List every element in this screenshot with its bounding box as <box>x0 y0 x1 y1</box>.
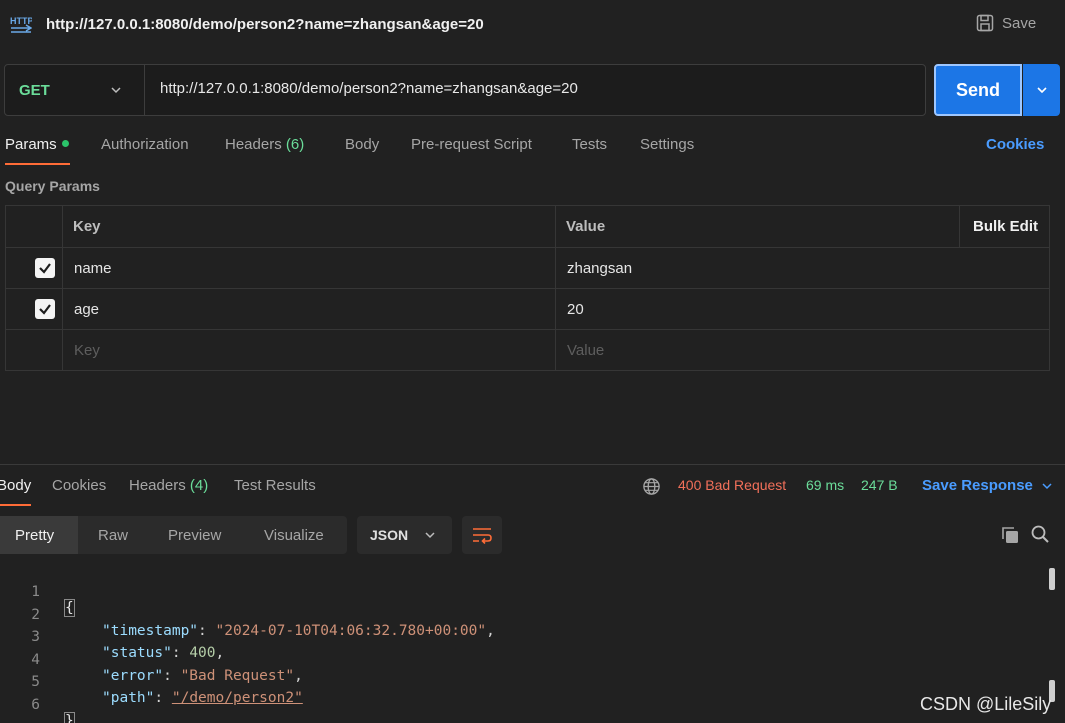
url-bar: GET <box>4 64 926 116</box>
query-params-table: Key Value Bulk Edit name zhangsan age 20… <box>5 205 1050 371</box>
method-value: GET <box>19 81 50 99</box>
param-value[interactable]: 20 <box>567 289 584 329</box>
copy-icon[interactable] <box>1000 525 1020 545</box>
bulk-edit-button[interactable]: Bulk Edit <box>973 206 1038 247</box>
wrap-lines-icon <box>473 528 492 544</box>
code-line: 5 "path": "/demo/person2" <box>0 658 303 706</box>
response-tab-headers[interactable]: Headers (4) <box>129 477 208 494</box>
column-value-header: Value <box>566 218 606 235</box>
line-number: 6 <box>31 697 40 713</box>
tab-tests[interactable]: Tests <box>572 136 607 153</box>
json-key: "error" <box>102 668 164 684</box>
http-icon: HTTP <box>10 16 32 33</box>
query-params-label: Query Params <box>5 178 100 194</box>
pane-divider[interactable] <box>0 464 1065 465</box>
tab-body[interactable]: Body <box>345 136 379 153</box>
send-dropdown-button[interactable] <box>1023 64 1060 116</box>
wrap-lines-button[interactable] <box>462 516 502 554</box>
headers-count: (6) <box>285 136 305 153</box>
response-tab-headers-label: Headers <box>129 477 186 494</box>
tab-settings[interactable]: Settings <box>640 136 694 153</box>
column-key-header: Key <box>73 218 101 235</box>
json-key: "timestamp" <box>102 623 199 639</box>
json-value: 400 <box>189 645 216 661</box>
code-line: 1 { <box>0 568 75 617</box>
search-icon[interactable] <box>1030 524 1050 544</box>
active-tab-indicator <box>5 163 70 165</box>
response-headers-count: (4) <box>189 477 209 494</box>
key-placeholder-input[interactable]: Key <box>74 330 100 370</box>
json-value-link[interactable]: "/demo/person2" <box>172 690 303 706</box>
tab-authorization[interactable]: Authorization <box>101 136 189 153</box>
json-value: "Bad Request" <box>180 668 295 684</box>
table-row: name zhangsan <box>6 248 1049 289</box>
view-raw[interactable]: Raw <box>98 516 128 554</box>
response-tab-body[interactable]: Body <box>0 477 31 494</box>
chevron-down-icon <box>1042 482 1052 489</box>
code-brace: } <box>64 712 75 723</box>
save-response-button[interactable]: Save Response <box>922 477 1053 494</box>
json-key: "path" <box>102 690 155 706</box>
code-brace: { <box>64 599 75 617</box>
request-title: http://127.0.0.1:8080/demo/person2?name=… <box>46 16 484 33</box>
url-input[interactable] <box>160 80 910 97</box>
response-size[interactable]: 247 B <box>861 477 898 493</box>
save-label: Save <box>1002 14 1037 32</box>
param-checkbox[interactable] <box>35 299 55 319</box>
tab-headers[interactable]: Headers (6) <box>225 136 304 153</box>
chevron-down-icon <box>111 87 121 94</box>
table-header-row: Key Value Bulk Edit <box>6 206 1049 248</box>
view-pretty[interactable]: Pretty <box>0 516 78 554</box>
code-line: 4 "error": "Bad Request", <box>0 636 303 684</box>
active-response-tab-indicator <box>0 504 31 506</box>
code-line: 3 "status": 400, <box>0 613 224 661</box>
json-value: "2024-07-10T04:06:32.780+00:00" <box>215 623 487 639</box>
response-time[interactable]: 69 ms <box>806 477 844 493</box>
save-button[interactable]: Save <box>976 14 1036 32</box>
save-response-label: Save Response <box>922 477 1033 494</box>
format-select[interactable]: JSON <box>357 516 452 554</box>
param-key[interactable]: age <box>74 289 99 329</box>
send-button[interactable]: Send <box>934 64 1022 116</box>
checkmark-icon <box>39 304 51 315</box>
param-value[interactable]: zhangsan <box>567 248 632 288</box>
globe-icon[interactable] <box>642 477 661 496</box>
view-mode-toggle: Pretty Raw Preview Visualize <box>0 516 347 554</box>
view-preview[interactable]: Preview <box>168 516 221 554</box>
tab-headers-label: Headers <box>225 136 282 153</box>
status-badge[interactable]: 400 Bad Request <box>678 477 786 493</box>
checkmark-icon <box>39 263 51 274</box>
chevron-down-icon <box>425 532 435 539</box>
view-visualize[interactable]: Visualize <box>264 516 324 554</box>
json-key: "status" <box>102 645 172 661</box>
svg-text:HTTP: HTTP <box>10 16 32 26</box>
save-icon <box>976 14 994 32</box>
format-value: JSON <box>370 527 409 543</box>
tab-prerequest-script[interactable]: Pre-request Script <box>411 136 532 153</box>
response-tab-cookies[interactable]: Cookies <box>52 477 106 494</box>
cookies-link[interactable]: Cookies <box>986 136 1044 153</box>
params-active-dot <box>61 139 69 147</box>
tab-params-label: Params <box>5 136 57 153</box>
chevron-down-icon <box>1036 87 1047 94</box>
watermark: CSDN @LileSily <box>920 694 1052 714</box>
tab-params[interactable]: Params <box>5 136 69 153</box>
code-line: 6 } <box>0 681 75 723</box>
response-tab-test-results[interactable]: Test Results <box>234 477 316 494</box>
table-row: age 20 <box>6 289 1049 330</box>
value-placeholder-input[interactable]: Value <box>567 330 604 370</box>
table-row-empty: Key Value <box>6 330 1049 370</box>
method-select[interactable]: GET <box>5 65 145 115</box>
param-key[interactable]: name <box>74 248 112 288</box>
scrollbar-thumb[interactable] <box>1049 568 1055 590</box>
code-line: 2 "timestamp": "2024-07-10T04:06:32.780+… <box>0 591 495 639</box>
param-checkbox[interactable] <box>35 258 55 278</box>
